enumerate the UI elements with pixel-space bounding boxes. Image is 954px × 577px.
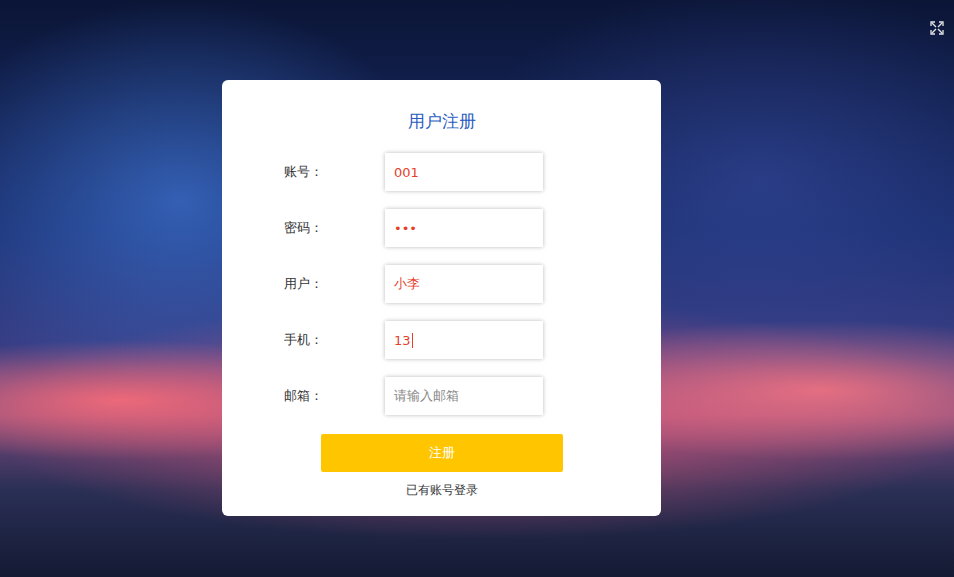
field-label: 邮箱： (284, 387, 385, 405)
register-button[interactable]: 注册 (321, 434, 563, 472)
field-label: 密码： (284, 219, 385, 237)
field-value: 001 (394, 165, 419, 180)
text-field[interactable]: ••• (385, 209, 543, 247)
field-placeholder: 请输入邮箱 (394, 387, 459, 405)
text-field[interactable]: 13 (385, 321, 543, 359)
text-field[interactable]: 001 (385, 153, 543, 191)
register-page: 用户注册账号： 001 密码： ••• 用户： 小李手机： 13 邮箱： 请输入邮箱注册已有账号… (0, 0, 954, 577)
text-field[interactable]: 小李 (385, 265, 543, 303)
field-label: 用户： (284, 275, 385, 293)
login-link[interactable]: 已有账号登录 (406, 481, 478, 499)
fullscreen-icon[interactable] (930, 21, 944, 35)
field-label: 账号： (284, 163, 385, 181)
field-value: 13 (394, 333, 411, 348)
field-value: ••• (394, 221, 417, 236)
text-caret (412, 333, 413, 348)
form-row: 用户： 小李 (284, 265, 661, 303)
form-row: 密码： ••• (284, 209, 661, 247)
field-value: 小李 (394, 275, 420, 293)
field-label: 手机： (284, 331, 385, 349)
form-row: 账号： 001 (284, 153, 661, 191)
form-title: 用户注册 (408, 108, 476, 134)
form-row: 邮箱： 请输入邮箱 (284, 377, 661, 415)
register-card: 用户注册账号： 001 密码： ••• 用户： 小李手机： 13 邮箱： 请输入邮箱注册已有账号… (222, 80, 661, 516)
text-field[interactable]: 请输入邮箱 (385, 377, 543, 415)
form-fields: 账号： 001 密码： ••• 用户： 小李手机： 13 邮箱： 请输入邮箱 (222, 153, 661, 415)
form-row: 手机： 13 (284, 321, 661, 359)
